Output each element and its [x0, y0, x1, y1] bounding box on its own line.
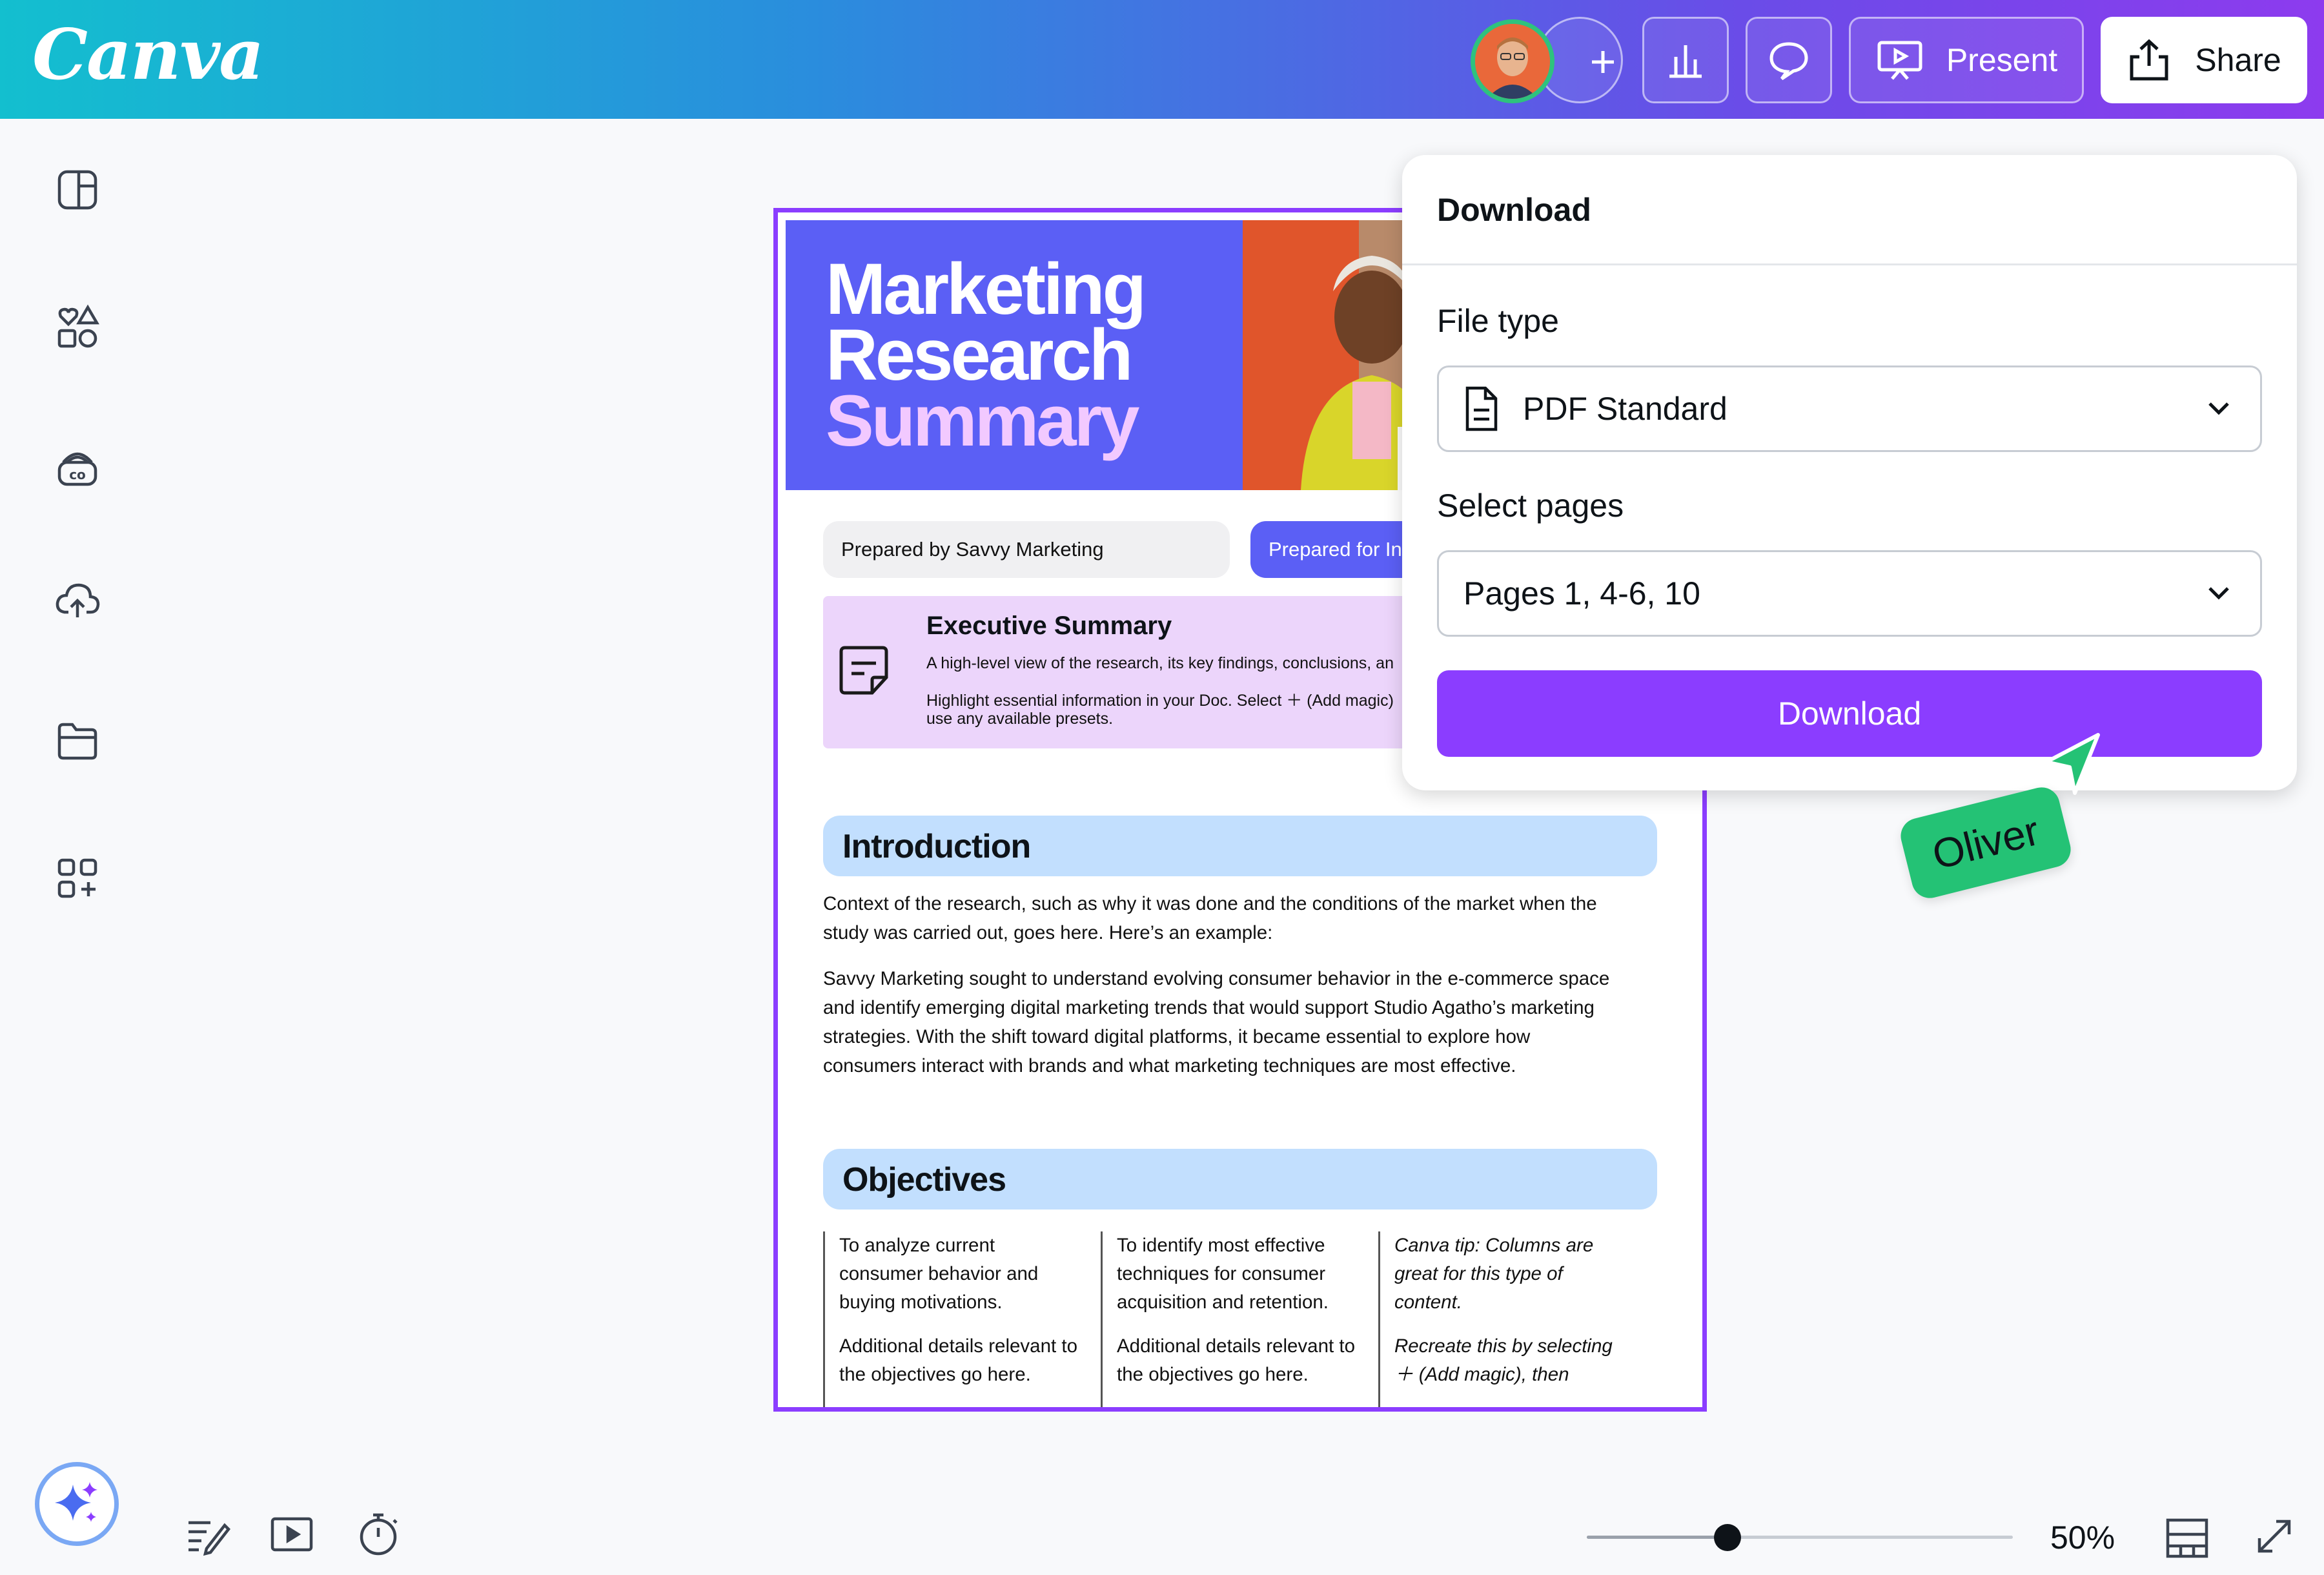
objectives-title: Objectives: [842, 1161, 1006, 1199]
magic-assistant-button[interactable]: [35, 1462, 119, 1546]
divider: [1402, 263, 2297, 265]
prepared-by-pill[interactable]: Prepared by Savvy Marketing: [823, 521, 1230, 578]
objectives-header[interactable]: Objectives: [823, 1149, 1657, 1210]
file-type-select[interactable]: PDF Standard: [1437, 365, 2262, 452]
introduction-header[interactable]: Introduction: [823, 816, 1657, 876]
timer-icon[interactable]: [355, 1511, 402, 1558]
executive-summary-title: Executive Summary: [926, 612, 1172, 640]
zoom-slider[interactable]: [1587, 1524, 2013, 1551]
share-label: Share: [2195, 42, 2281, 78]
collaborator-cursor-icon: [2044, 733, 2100, 795]
comment-icon: [1769, 42, 1808, 81]
design-panel-icon[interactable]: [54, 167, 101, 213]
chevron-down-icon: [2208, 402, 2229, 415]
page-grid-icon[interactable]: [2164, 1515, 2210, 1561]
select-pages-select[interactable]: Pages 1, 4-6, 10: [1437, 550, 2262, 637]
top-bar: Canva Present Share: [0, 0, 2324, 119]
objective-column-3[interactable]: Canva tip: Columns are great for this ty…: [1378, 1231, 1634, 1407]
collaborator-name-tag: Oliver: [1897, 783, 2075, 902]
notes-icon[interactable]: [185, 1511, 231, 1558]
chevron-down-icon: [2208, 587, 2229, 600]
select-pages-label: Select pages: [1437, 488, 1624, 524]
zoom-percentage[interactable]: 50%: [2050, 1519, 2115, 1556]
objective-column-1[interactable]: To analyze current consumer behavior and…: [823, 1231, 1079, 1407]
introduction-title: Introduction: [842, 828, 1031, 865]
download-panel-title: Download: [1437, 192, 1591, 228]
share-icon: [2130, 39, 2168, 81]
zoom-slider-fill: [1587, 1536, 1728, 1539]
executive-summary-line: A high-level view of the research, its k…: [926, 654, 1394, 672]
executive-summary-line: use any available presets.: [926, 710, 1114, 728]
introduction-paragraph-1[interactable]: Context of the research, such as why it …: [823, 889, 1662, 947]
introduction-paragraph-2[interactable]: Savvy Marketing sought to understand evo…: [823, 964, 1662, 1080]
download-button[interactable]: Download: [1437, 670, 2262, 757]
hero-title-block: Marketing Research Summary: [786, 220, 1243, 490]
apps-icon[interactable]: [54, 855, 101, 901]
file-type-value: PDF Standard: [1523, 391, 1728, 427]
svg-text:co: co: [69, 467, 86, 482]
bar-chart-icon: [1669, 45, 1702, 78]
brand-icon[interactable]: co: [54, 443, 101, 489]
avatar[interactable]: [1471, 19, 1554, 103]
doc-title[interactable]: Marketing Research Summary: [826, 253, 1147, 457]
share-button[interactable]: Share: [2101, 17, 2307, 103]
document-icon: [1465, 386, 1498, 431]
objective-column-2[interactable]: To identify most effective techniques fo…: [1101, 1231, 1356, 1407]
uploads-icon[interactable]: [54, 577, 101, 624]
present-icon: [1877, 41, 1922, 80]
fullscreen-icon[interactable]: [2250, 1514, 2297, 1560]
file-type-label: File type: [1437, 303, 1559, 339]
present-label: Present: [1946, 42, 2058, 78]
present-button[interactable]: Present: [1849, 17, 2084, 103]
select-pages-value: Pages 1, 4-6, 10: [1463, 575, 1700, 612]
insights-button[interactable]: [1642, 17, 1729, 103]
download-panel: Download File type PDF Standard Select p…: [1402, 155, 2297, 790]
elements-icon[interactable]: [54, 304, 101, 350]
sparkle-icon: [55, 1482, 97, 1522]
play-presentation-icon[interactable]: [269, 1511, 315, 1558]
executive-summary-line: Highlight essential information in your …: [926, 692, 1394, 710]
zoom-slider-handle[interactable]: [1713, 1524, 1741, 1551]
canva-logo[interactable]: Canva: [32, 14, 264, 96]
projects-icon[interactable]: [54, 717, 101, 763]
sticky-note-icon: [839, 646, 888, 695]
comments-button[interactable]: [1746, 17, 1832, 103]
